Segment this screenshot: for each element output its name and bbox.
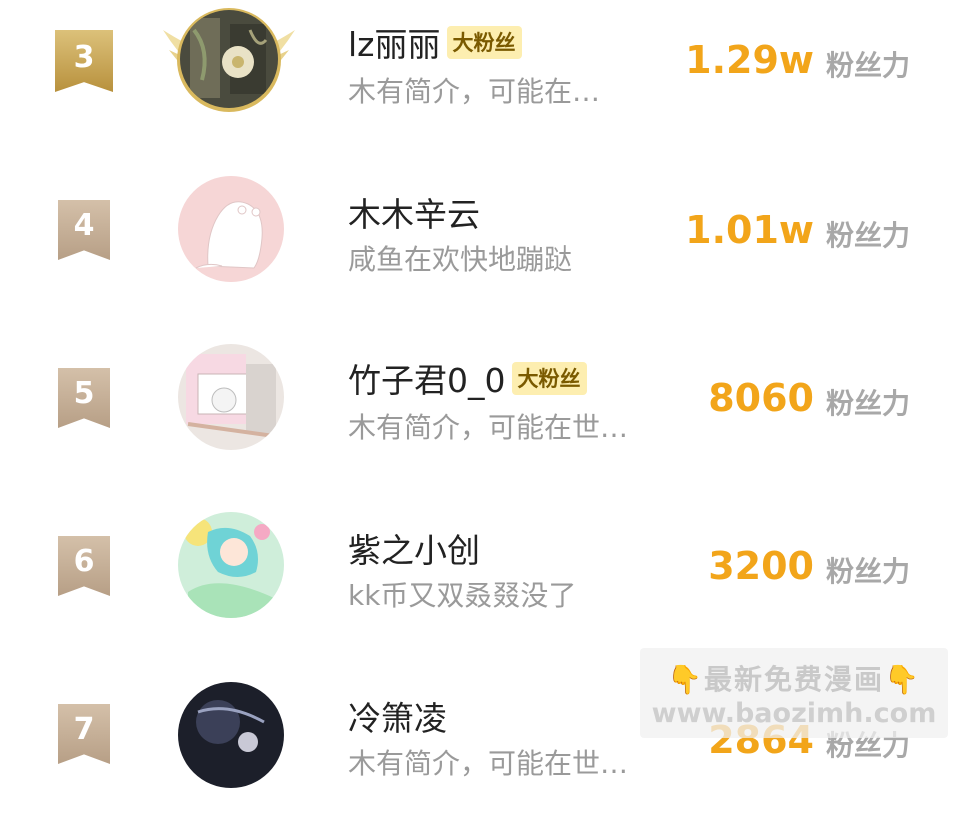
fan-power-value: 3200 <box>708 544 814 588</box>
list-item-rank-6[interactable]: 6 紫之小创 kk币又双叒叕没了 3200 粉丝力 <box>0 504 969 672</box>
fan-badge: 大粉丝 <box>511 362 587 395</box>
user-bio: 木有简介，可能在… <box>348 75 601 108</box>
fan-power-value: 8060 <box>708 376 814 420</box>
user-name[interactable]: 木木辛云 <box>348 188 480 236</box>
user-name[interactable]: 竹子君0_0 大粉丝 <box>348 354 587 402</box>
user-bio: 木有简介，可能在世… <box>348 411 629 444</box>
avatar[interactable] <box>178 176 284 282</box>
fan-power-label: 粉丝力 <box>826 387 911 420</box>
user-bio: 咸鱼在欢快地蹦跶 <box>348 243 573 276</box>
user-name[interactable]: 紫之小创 <box>348 524 480 572</box>
fan-power-label: 粉丝力 <box>826 219 911 252</box>
rank-badge: 3 <box>55 30 113 92</box>
fan-power-value: 1.29w <box>685 38 814 82</box>
user-bio: 木有简介，可能在世… <box>348 747 629 780</box>
avatar[interactable] <box>178 682 284 788</box>
avatar[interactable] <box>178 512 284 618</box>
list-item-rank-5[interactable]: 5 竹子君0_0 大粉丝 木有简介，可能在世… 8060 粉丝力 <box>0 336 969 504</box>
user-bio: kk币又双叒叕没了 <box>348 579 577 612</box>
user-name-text[interactable]: 竹子君0_0 <box>348 361 506 400</box>
list-item-rank-3[interactable]: 3 lz丽丽 大粉丝 木有简介，可能在… 1.29w 粉丝力 <box>0 0 969 168</box>
rank-badge: 4 <box>58 200 110 260</box>
fan-power-label: 粉丝力 <box>826 49 911 82</box>
fan-power-label: 粉丝力 <box>826 555 911 588</box>
watermark-url: www.baozimh.com <box>651 698 937 729</box>
rank-badge: 5 <box>58 368 110 428</box>
watermark-title: 👇最新免费漫画👇 <box>640 658 948 698</box>
hand-down-icon: 👇 <box>667 663 704 696</box>
rank-badge: 7 <box>58 704 110 764</box>
list-item-rank-4[interactable]: 4 木木辛云 咸鱼在欢快地蹦跶 1.01w 粉丝力 <box>0 168 969 336</box>
user-name-text[interactable]: lz丽丽 <box>348 25 441 64</box>
rank-badge: 6 <box>58 536 110 596</box>
hand-down-icon: 👇 <box>884 663 921 696</box>
fan-power-value: 1.01w <box>685 208 814 252</box>
watermark-text: 最新免费漫画 <box>703 663 884 696</box>
avatar[interactable] <box>180 10 278 108</box>
avatar[interactable] <box>178 344 284 450</box>
user-name[interactable]: lz丽丽 大粉丝 <box>348 18 522 66</box>
watermark: 👇最新免费漫画👇 www.baozimh.com <box>640 648 948 738</box>
user-name[interactable]: 冷箫凌 <box>348 692 447 740</box>
fan-badge: 大粉丝 <box>446 26 522 59</box>
